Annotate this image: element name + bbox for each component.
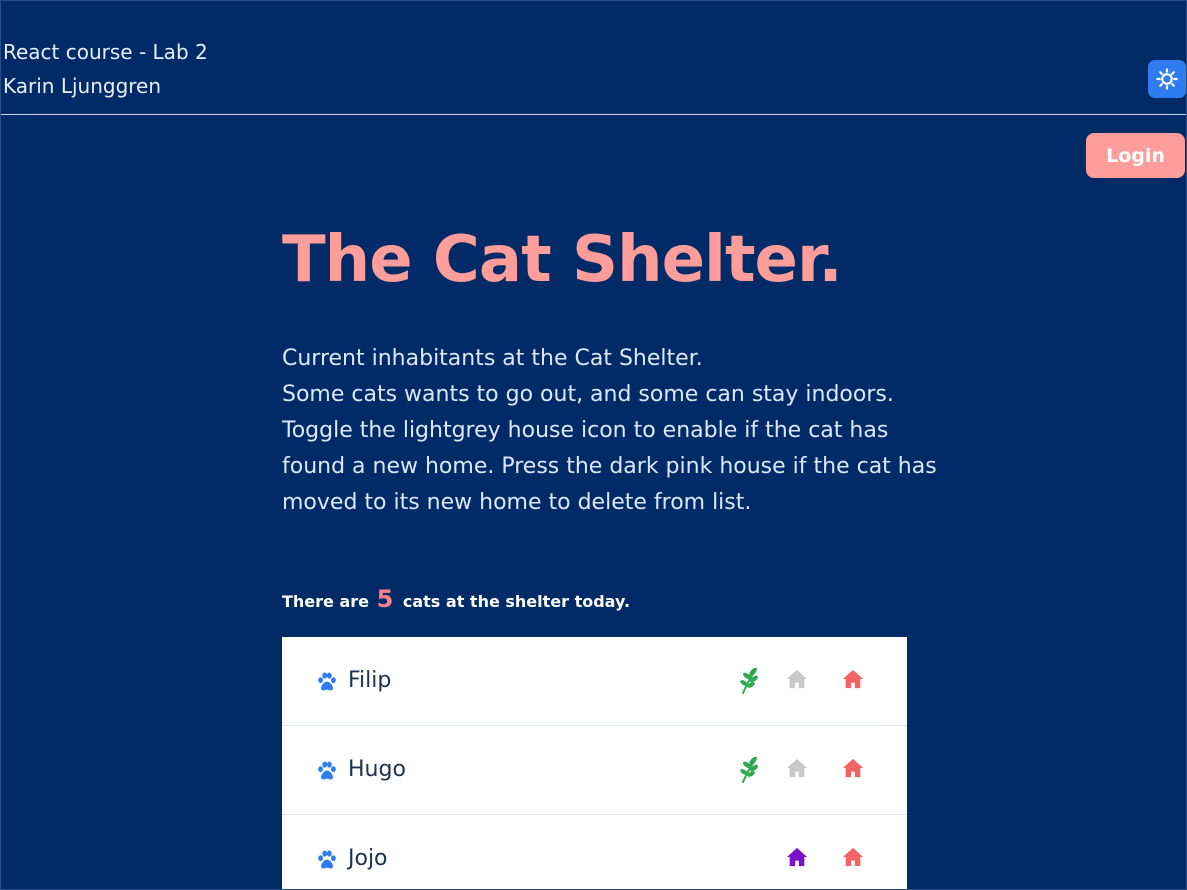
- house-delete-icon[interactable]: [842, 846, 864, 868]
- cat-name: Jojo: [348, 846, 388, 871]
- leaf-icon[interactable]: [738, 755, 762, 783]
- description-line: Current inhabitants at the Cat Shelter.: [282, 346, 703, 371]
- paw-icon: [318, 761, 336, 780]
- page-title: The Cat Shelter.: [282, 223, 843, 297]
- count-prefix: There are: [282, 592, 370, 611]
- page-description: Current inhabitants at the Cat Shelter. …: [282, 341, 937, 521]
- description-line: moved to its new home to delete from lis…: [282, 490, 752, 515]
- sun-icon: [1156, 68, 1178, 90]
- house-delete-icon[interactable]: [842, 668, 864, 690]
- description-line: Toggle the lightgrey house icon to enabl…: [282, 418, 889, 443]
- list-item: Jojo: [282, 815, 907, 889]
- paw-icon: [318, 850, 336, 869]
- list-item: Filip: [282, 637, 907, 726]
- cat-name: Filip: [348, 668, 392, 693]
- author-name: Karin Ljunggren: [3, 74, 162, 98]
- theme-toggle-button[interactable]: [1148, 60, 1186, 98]
- main-content: The Cat Shelter. Current inhabitants at …: [282, 213, 937, 617]
- house-toggle-icon[interactable]: [786, 757, 808, 779]
- cat-list: Filip Hugo Jojo: [282, 637, 907, 889]
- house-delete-icon[interactable]: [842, 757, 864, 779]
- login-button[interactable]: Login: [1086, 133, 1185, 178]
- cat-count: 5: [376, 585, 394, 613]
- brand: React course - Lab 2 Karin Ljunggren: [3, 35, 208, 103]
- description-line: found a new home. Press the dark pink ho…: [282, 454, 937, 479]
- cat-count-line: There are 5 cats at the shelter today.: [282, 584, 922, 617]
- list-item: Hugo: [282, 726, 907, 815]
- header: React course - Lab 2 Karin Ljunggren: [1, 1, 1186, 115]
- leaf-icon[interactable]: [738, 666, 762, 694]
- course-title: React course - Lab 2: [3, 40, 208, 64]
- cat-name: Hugo: [348, 757, 406, 782]
- app-frame: React course - Lab 2 Karin Ljunggren Log…: [0, 0, 1187, 890]
- house-toggle-icon[interactable]: [786, 846, 808, 868]
- paw-icon: [318, 672, 336, 691]
- count-suffix: cats at the shelter today.: [402, 592, 631, 611]
- house-toggle-icon[interactable]: [786, 668, 808, 690]
- description-line: Some cats wants to go out, and some can …: [282, 382, 894, 407]
